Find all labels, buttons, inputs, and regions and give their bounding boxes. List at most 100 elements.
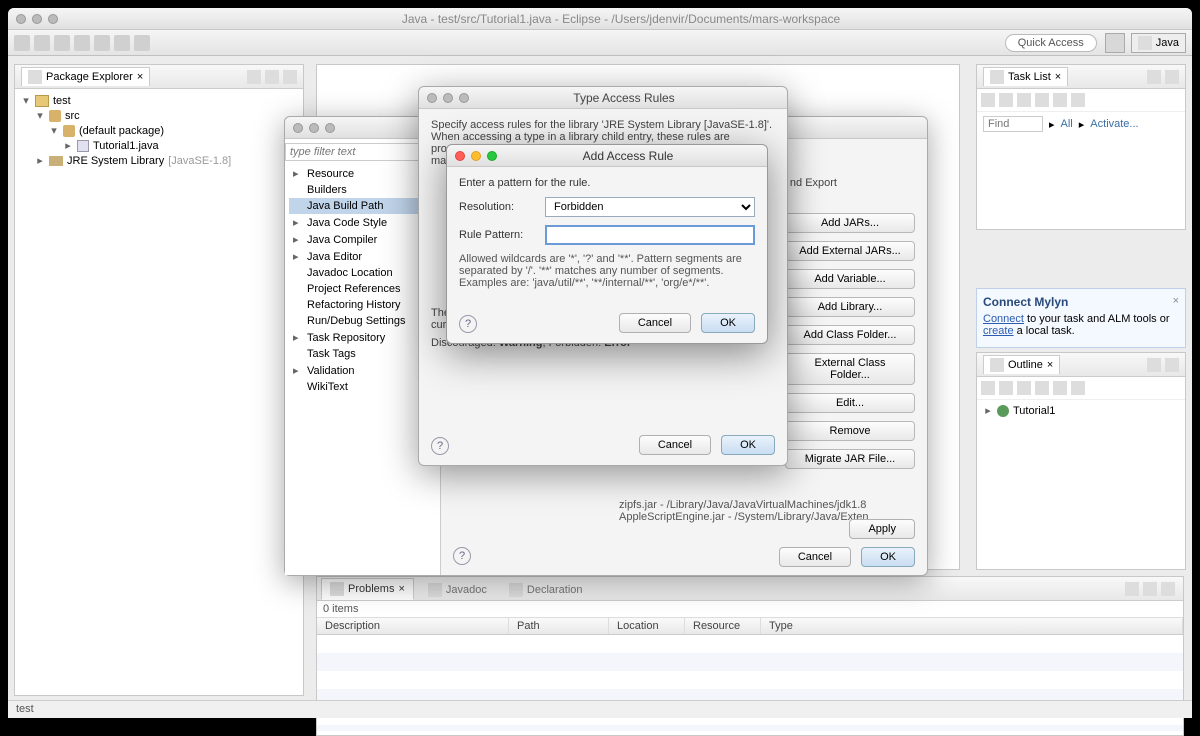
order-export-tab[interactable]: nd Export xyxy=(790,177,837,189)
minimize-icon[interactable] xyxy=(443,93,453,103)
help-icon[interactable]: ? xyxy=(459,315,477,333)
close-icon[interactable]: × xyxy=(398,583,404,595)
open-perspective-icon[interactable] xyxy=(1105,33,1125,53)
chevron-right-icon[interactable]: ▸ xyxy=(1049,118,1055,131)
help-icon[interactable]: ? xyxy=(453,547,471,565)
nav-wikitext[interactable]: WikiText xyxy=(289,379,436,395)
zoom-icon[interactable] xyxy=(48,14,58,24)
debug-icon[interactable] xyxy=(54,35,70,51)
zoom-icon[interactable] xyxy=(325,123,335,133)
add-variable-button[interactable]: Add Variable... xyxy=(785,269,915,289)
problems-tab[interactable]: Problems× xyxy=(321,578,414,600)
cancel-button[interactable]: Cancel xyxy=(779,547,851,567)
minimize-icon[interactable] xyxy=(1143,582,1157,596)
help-icon[interactable]: ? xyxy=(431,437,449,455)
add-external-jars-button[interactable]: Add External JARs... xyxy=(785,241,915,261)
outline-tab[interactable]: Outline × xyxy=(983,355,1060,374)
declaration-tab[interactable]: Declaration xyxy=(501,580,591,600)
open-type-icon[interactable] xyxy=(114,35,130,51)
zoom-icon[interactable] xyxy=(487,151,497,161)
main-titlebar[interactable]: Java - test/src/Tutorial1.java - Eclipse… xyxy=(8,8,1192,30)
external-class-folder-button[interactable]: External Class Folder... xyxy=(785,353,915,385)
outline-item[interactable]: ▸ Tutorial1 xyxy=(977,400,1185,421)
java-perspective-button[interactable]: Java xyxy=(1131,33,1186,53)
pkg-icon[interactable] xyxy=(94,35,110,51)
nav-refactoring-history[interactable]: Refactoring History xyxy=(289,297,436,313)
minimize-icon[interactable] xyxy=(309,123,319,133)
hide-fields-icon[interactable] xyxy=(999,381,1013,395)
migrate-jar-button[interactable]: Migrate JAR File... xyxy=(785,449,915,469)
focus-icon[interactable] xyxy=(1071,93,1085,107)
chevron-right-icon[interactable]: ▸ xyxy=(1079,118,1085,131)
activate-link[interactable]: Activate... xyxy=(1090,118,1138,130)
nav-task-tags[interactable]: Task Tags xyxy=(289,346,436,362)
add-jars-button[interactable]: Add JARs... xyxy=(785,213,915,233)
minimize-icon[interactable] xyxy=(32,14,42,24)
hide-static-icon[interactable] xyxy=(1017,381,1031,395)
twisty-icon[interactable]: ▾ xyxy=(21,94,31,107)
column-description[interactable]: Description xyxy=(317,618,509,634)
nav-java-editor[interactable]: ▸Java Editor xyxy=(289,248,436,265)
all-link[interactable]: All xyxy=(1061,118,1073,130)
focus-icon[interactable] xyxy=(1071,381,1085,395)
nav-task-repository[interactable]: ▸Task Repository xyxy=(289,329,436,346)
close-icon[interactable] xyxy=(293,123,303,133)
nav-java-build-path[interactable]: Java Build Path xyxy=(289,198,436,214)
package-explorer-tab[interactable]: Package Explorer × xyxy=(21,67,150,86)
sort-icon[interactable] xyxy=(981,381,995,395)
close-icon[interactable]: × xyxy=(1173,295,1179,307)
nav-project-references[interactable]: Project References xyxy=(289,281,436,297)
link-editor-icon[interactable] xyxy=(265,70,279,84)
jar-list[interactable]: zipfs.jar - /Library/Java/JavaVirtualMac… xyxy=(619,499,868,523)
nav-java-code-style[interactable]: ▸Java Code Style xyxy=(289,214,436,231)
apply-button[interactable]: Apply xyxy=(849,519,915,539)
twisty-icon[interactable]: ▾ xyxy=(49,124,59,137)
view-menu-icon[interactable] xyxy=(1125,582,1139,596)
twisty-icon[interactable]: ▸ xyxy=(983,404,993,417)
nav-javadoc-location[interactable]: Javadoc Location xyxy=(289,265,436,281)
ok-button[interactable]: OK xyxy=(861,547,915,567)
close-icon[interactable]: × xyxy=(137,71,143,83)
find-input[interactable] xyxy=(983,116,1043,132)
filter-input[interactable] xyxy=(285,143,440,161)
twisty-icon[interactable]: ▸ xyxy=(63,139,73,152)
close-icon[interactable]: × xyxy=(1047,359,1053,371)
nav-resource[interactable]: ▸Resource xyxy=(289,165,436,182)
javadoc-tab[interactable]: Javadoc xyxy=(420,580,495,600)
nav-validation[interactable]: ▸Validation xyxy=(289,362,436,379)
resolution-select[interactable]: Forbidden xyxy=(545,197,755,217)
close-icon[interactable] xyxy=(16,14,26,24)
cancel-button[interactable]: Cancel xyxy=(639,435,711,455)
search-icon[interactable] xyxy=(134,35,150,51)
schedule-icon[interactable] xyxy=(1017,93,1031,107)
column-path[interactable]: Path xyxy=(509,618,609,634)
new-task-icon[interactable] xyxy=(981,93,995,107)
maximize-icon[interactable] xyxy=(1165,358,1179,372)
maximize-icon[interactable] xyxy=(1161,582,1175,596)
hide-local-icon[interactable] xyxy=(1053,381,1067,395)
table-header[interactable]: Description Path Location Resource Type xyxy=(317,617,1183,635)
project-tree[interactable]: ▾test ▾src ▾(default package) ▸Tutorial1… xyxy=(15,89,303,172)
twisty-icon[interactable]: ▾ xyxy=(35,109,45,122)
remove-button[interactable]: Remove xyxy=(785,421,915,441)
quick-access-field[interactable]: Quick Access xyxy=(1005,34,1097,52)
connect-link[interactable]: Connect xyxy=(983,313,1024,325)
nav-run-debug[interactable]: Run/Debug Settings xyxy=(289,313,436,329)
collapse-all-icon[interactable] xyxy=(247,70,261,84)
edit-button[interactable]: Edit... xyxy=(785,393,915,413)
ok-button[interactable]: OK xyxy=(701,313,755,333)
categorize-icon[interactable] xyxy=(999,93,1013,107)
ok-button[interactable]: OK xyxy=(721,435,775,455)
nav-java-compiler[interactable]: ▸Java Compiler xyxy=(289,231,436,248)
column-type[interactable]: Type xyxy=(761,618,1183,634)
sync-icon[interactable] xyxy=(1035,93,1049,107)
close-icon[interactable] xyxy=(455,151,465,161)
add-library-button[interactable]: Add Library... xyxy=(785,297,915,317)
view-menu-icon[interactable] xyxy=(283,70,297,84)
zoom-icon[interactable] xyxy=(459,93,469,103)
nav-builders[interactable]: Builders xyxy=(289,182,436,198)
minimize-icon[interactable] xyxy=(1147,358,1161,372)
minimize-icon[interactable] xyxy=(1147,70,1161,84)
close-icon[interactable]: × xyxy=(1055,71,1061,83)
collapse-icon[interactable] xyxy=(1053,93,1067,107)
